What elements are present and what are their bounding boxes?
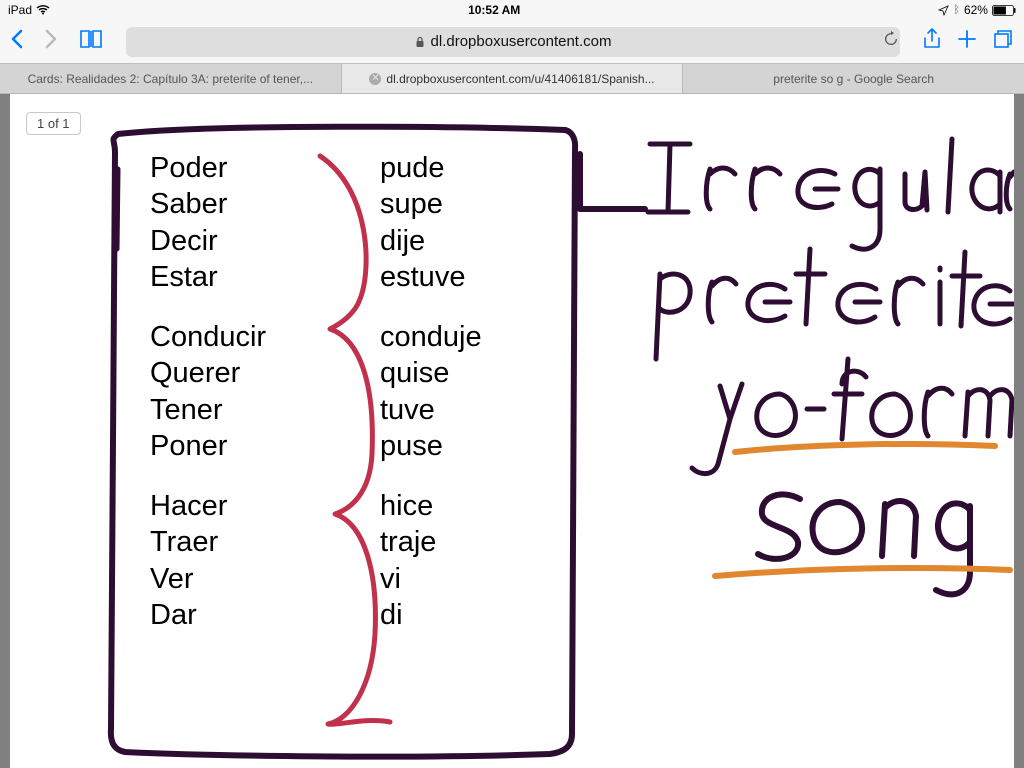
tab-1[interactable]: ✕ dl.dropboxusercontent.com/u/41406181/S…	[342, 64, 684, 93]
device-label: iPad	[8, 3, 32, 17]
new-tab-button[interactable]	[956, 28, 978, 55]
tab-0[interactable]: Cards: Realidades 2: Capítulo 3A: preter…	[0, 64, 342, 93]
location-icon	[938, 5, 949, 16]
url-text: dl.dropboxusercontent.com	[431, 33, 612, 50]
content-area: 1 of 1 Poderpude Sabersupe Decirdije Est…	[0, 94, 1024, 768]
status-left: iPad	[8, 3, 50, 17]
back-button[interactable]	[10, 28, 30, 56]
share-button[interactable]	[922, 27, 942, 56]
tabs-bar: Cards: Realidades 2: Capítulo 3A: preter…	[0, 64, 1024, 94]
bluetooth-icon: ᛒ	[953, 4, 960, 16]
address-bar[interactable]: dl.dropboxusercontent.com	[126, 27, 900, 57]
bookmarks-button[interactable]	[78, 28, 104, 55]
tab-label: dl.dropboxusercontent.com/u/41406181/Spa…	[386, 72, 654, 86]
tabs-button[interactable]	[992, 28, 1014, 55]
wifi-icon	[36, 5, 50, 15]
battery-pct: 62%	[964, 3, 988, 17]
tab-label: preterite so g - Google Search	[773, 72, 934, 86]
close-tab-icon[interactable]: ✕	[369, 73, 381, 85]
browser-toolbar: dl.dropboxusercontent.com	[0, 20, 1024, 64]
tab-2[interactable]: preterite so g - Google Search	[683, 64, 1024, 93]
forward-button[interactable]	[44, 28, 64, 56]
handwritten-annotations	[10, 94, 1014, 768]
reload-button[interactable]	[882, 30, 900, 53]
battery-icon	[992, 5, 1016, 16]
document-page[interactable]: 1 of 1 Poderpude Sabersupe Decirdije Est…	[10, 94, 1014, 768]
lock-icon	[415, 36, 425, 48]
status-right: ᛒ 62%	[938, 3, 1016, 17]
status-time: 10:52 AM	[468, 3, 520, 17]
tab-label: Cards: Realidades 2: Capítulo 3A: preter…	[28, 72, 314, 86]
status-bar: iPad 10:52 AM ᛒ 62%	[0, 0, 1024, 20]
